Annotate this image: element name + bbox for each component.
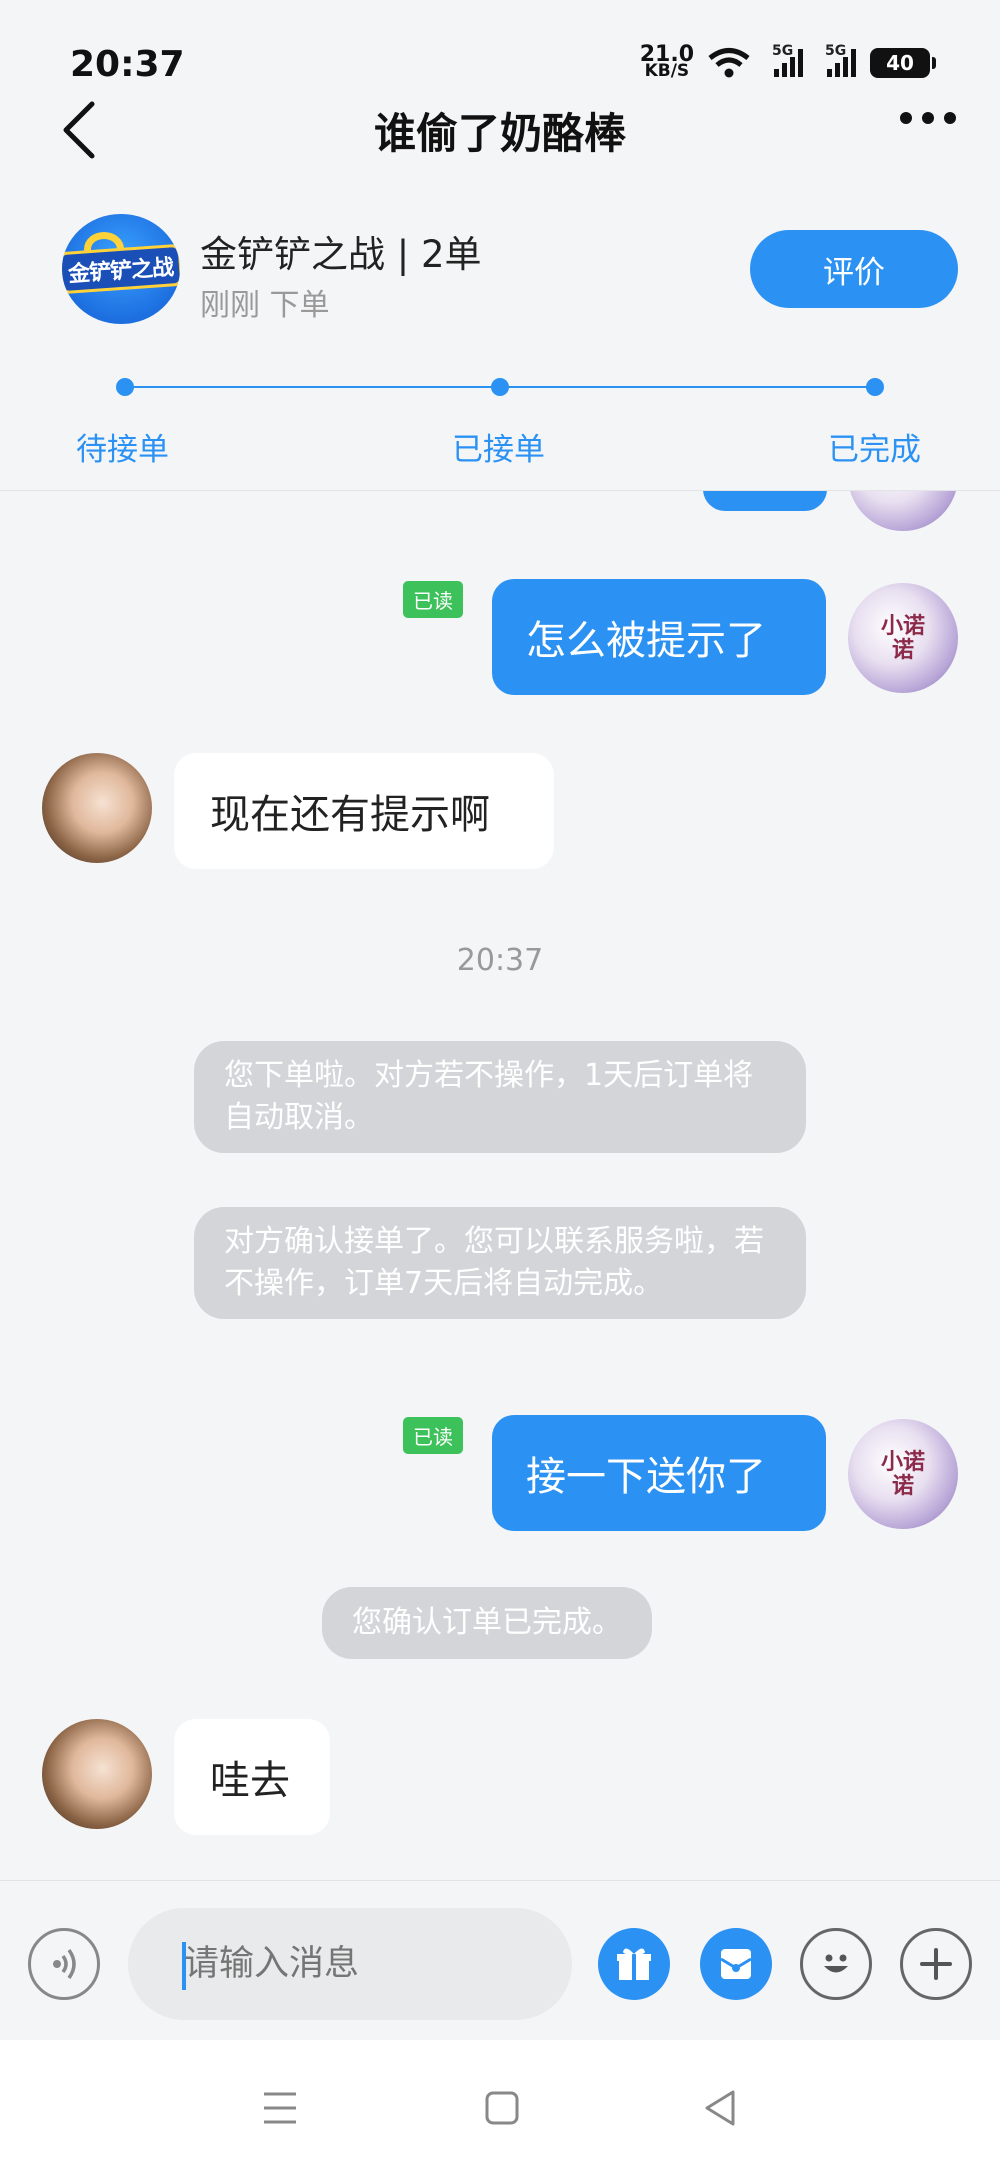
avatar-me[interactable]: 小诺诺 — [848, 583, 958, 693]
progress-label-pending: 待接单 — [76, 432, 169, 468]
service-name: 金铲铲之战 | 2单 — [200, 233, 482, 276]
system-message: 您下单啦。对方若不操作，1天后订单将自动取消。 — [194, 1041, 806, 1153]
rate-button[interactable]: 评价 — [750, 230, 958, 308]
order-time: 刚刚 下单 — [200, 288, 330, 323]
text-caret — [182, 1942, 186, 1990]
signal-icon-2: 5G — [825, 43, 856, 77]
more-options-icon[interactable] — [900, 112, 956, 124]
progress-label-completed: 已完成 — [828, 432, 921, 468]
progress-dot-completed — [866, 378, 884, 396]
message-timestamp: 20:37 — [456, 943, 544, 978]
message-input[interactable] — [128, 1908, 572, 2020]
message-bubble-cutoff — [703, 491, 827, 511]
signal-icon-1: 5G — [772, 43, 803, 77]
menu-icon[interactable] — [260, 2090, 300, 2126]
avatar-me[interactable]: 小诺诺 — [848, 1419, 958, 1529]
voice-icon[interactable] — [28, 1928, 100, 2000]
status-time: 20:37 — [70, 44, 185, 85]
page-title: 谁偷了奶酪棒 — [373, 109, 626, 158]
system-message: 对方确认接单了。您可以联系服务啦，若不操作，订单7天后将自动完成。 — [194, 1207, 806, 1319]
emoji-icon[interactable] — [800, 1928, 872, 2000]
read-tag: 已读 — [403, 1417, 463, 1454]
coupon-icon[interactable] — [700, 1928, 772, 2000]
system-message: 您确认订单已完成。 — [322, 1587, 652, 1659]
net-speed: 21.0 KB/S — [639, 42, 694, 81]
chat-list[interactable]: 已读 怎么被提示了 小诺诺 现在还有提示啊 20:37 您下单啦。对方若不操作，… — [0, 490, 1000, 1880]
progress-dot-pending — [116, 378, 134, 396]
avatar-me-cutoff — [848, 491, 958, 531]
back-triangle-icon[interactable] — [702, 2088, 738, 2128]
read-tag: 已读 — [403, 581, 463, 618]
message-bubble-her[interactable]: 哇去 — [174, 1719, 330, 1835]
message-bubble-me[interactable]: 接一下送你了 — [492, 1415, 826, 1531]
battery-icon: 40 — [870, 48, 936, 78]
home-icon[interactable] — [484, 2090, 520, 2126]
avatar-her[interactable] — [42, 1719, 152, 1829]
wifi-icon — [708, 48, 750, 78]
status-icons: 21.0 KB/S 5G 5G 40 — [639, 42, 936, 81]
progress-label-accepted: 已接单 — [452, 432, 545, 468]
progress-dot-accepted — [491, 378, 509, 396]
gift-icon[interactable] — [598, 1928, 670, 2000]
message-bubble-me[interactable]: 怎么被提示了 — [492, 579, 826, 695]
message-bubble-her[interactable]: 现在还有提示啊 — [174, 753, 554, 869]
game-logo: 金铲铲之战 — [62, 214, 180, 324]
add-icon[interactable] — [900, 1928, 972, 2000]
avatar-her[interactable] — [42, 753, 152, 863]
